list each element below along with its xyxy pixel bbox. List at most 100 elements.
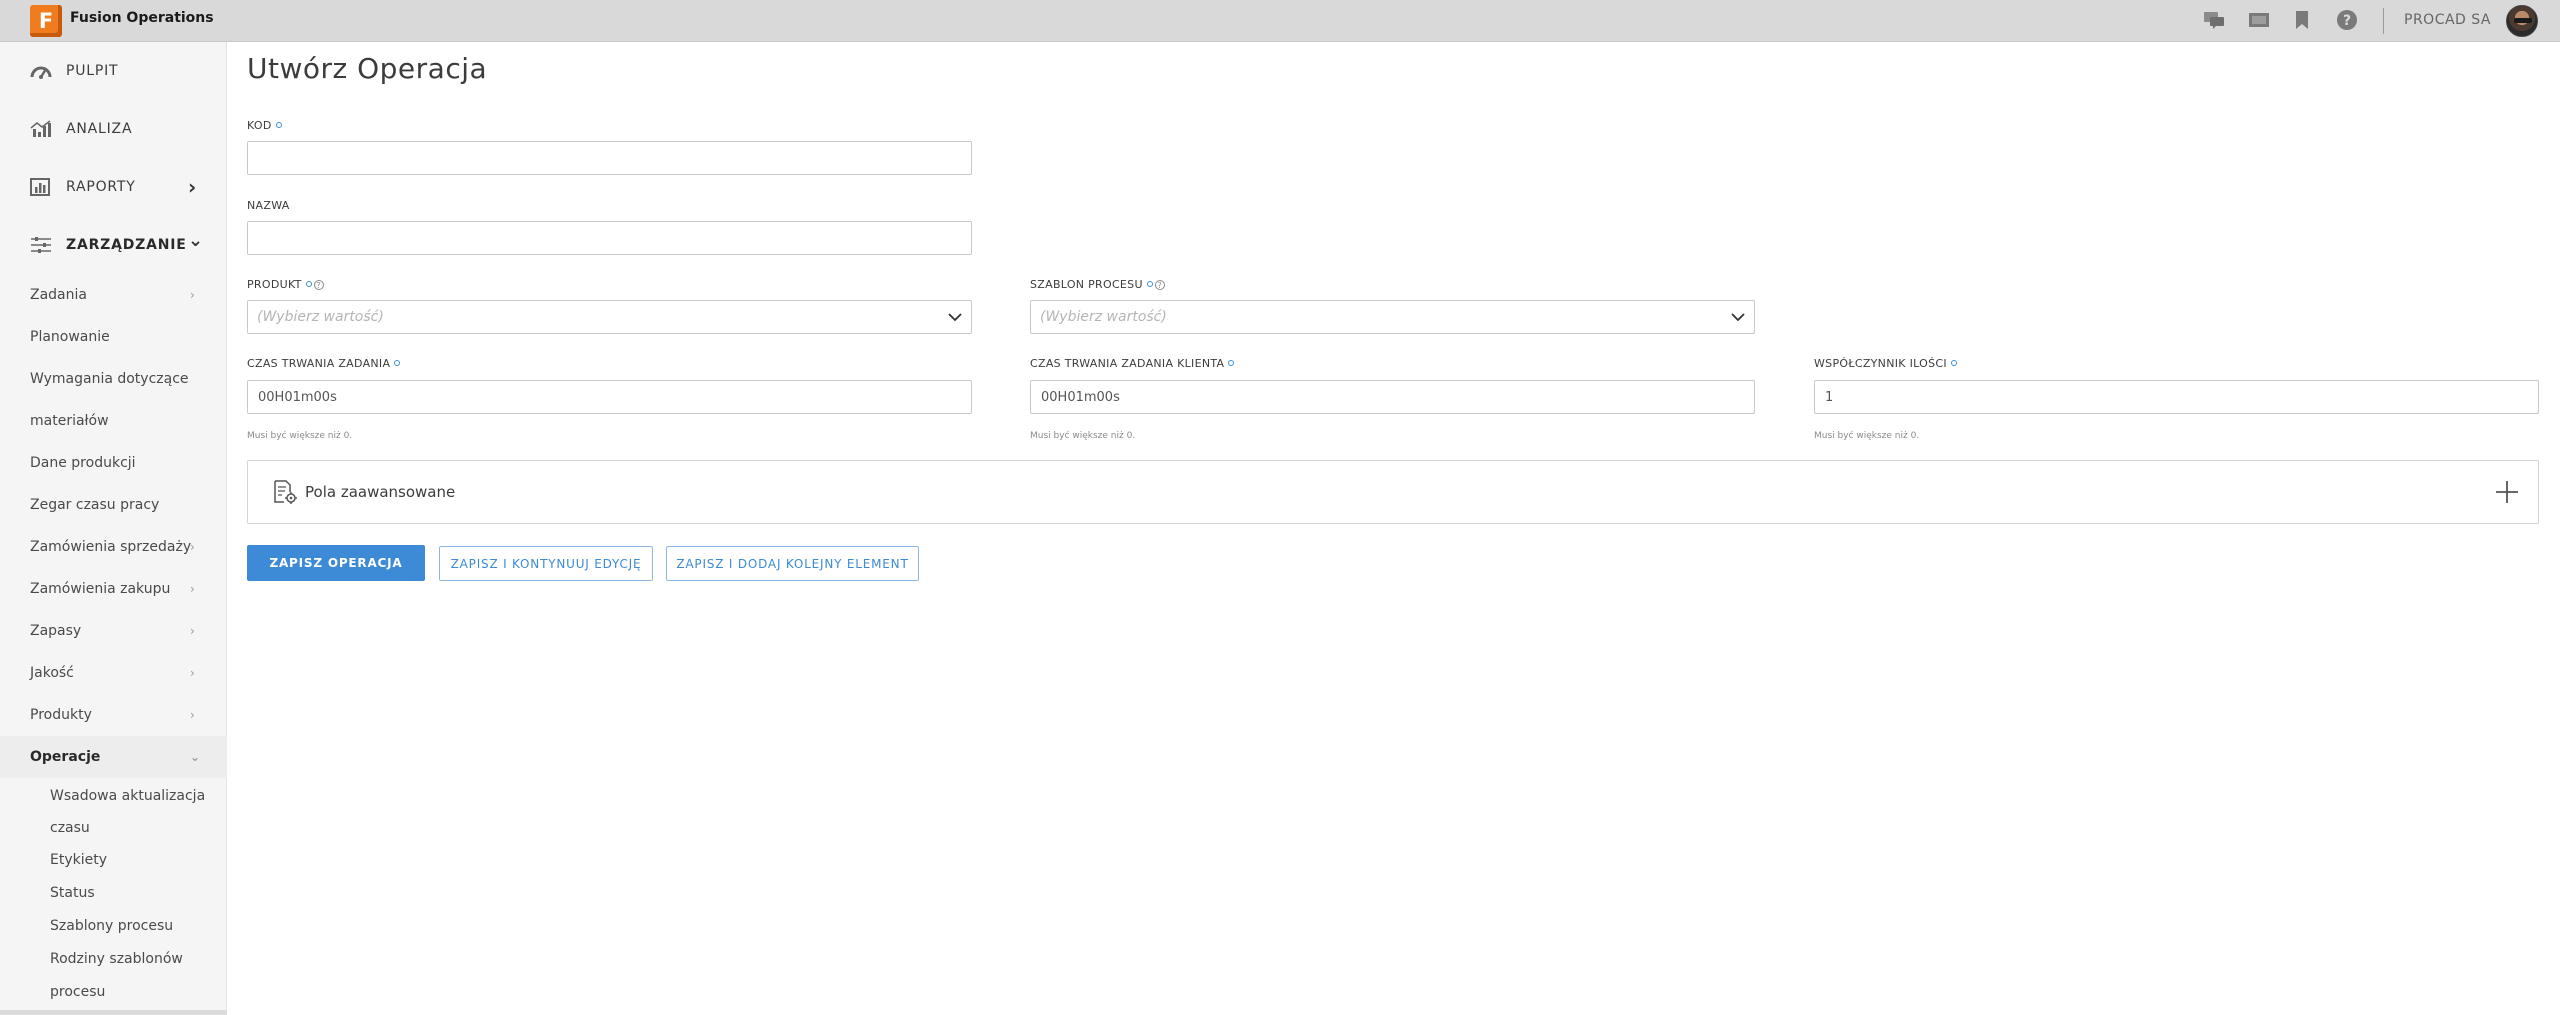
nazwa-label: NAZWA bbox=[247, 199, 290, 212]
sidebar-item-operacje[interactable]: Operacje ⌄ bbox=[0, 736, 227, 778]
produkt-select[interactable]: (Wybierz wartość) bbox=[247, 300, 972, 334]
required-icon bbox=[1228, 360, 1235, 366]
sidebar-subitem-wsadowa[interactable]: Wsadowa aktualizacja bbox=[50, 786, 205, 806]
szablon-select[interactable]: (Wybierz wartość) bbox=[1030, 300, 1755, 334]
nav-zarzadzanie[interactable]: ZARZĄDZANIE ⌄ bbox=[0, 216, 227, 274]
sidebar-item-wymagania[interactable]: Wymagania dotyczące bbox=[0, 358, 227, 400]
required-icon bbox=[275, 122, 282, 128]
produkt-label-text: PRODUKT bbox=[247, 278, 302, 291]
nav-label: ZARZĄDZANIE bbox=[66, 237, 187, 253]
chevron-down-icon bbox=[1731, 313, 1745, 322]
nav-analiza[interactable]: ANALIZA bbox=[0, 100, 227, 158]
required-icon bbox=[305, 281, 312, 287]
produkt-label: PRODUKT? bbox=[247, 278, 324, 291]
chevron-right-icon: › bbox=[190, 708, 195, 722]
wspolczynnik-input[interactable] bbox=[1814, 380, 2539, 414]
sidebar-item-planowanie[interactable]: Planowanie bbox=[0, 316, 227, 358]
sliders-icon bbox=[31, 237, 51, 253]
sidebar: PULPIT ANALIZA RAPORTY › ZARZĄDZANIE ⌄ Z… bbox=[0, 42, 227, 1015]
sidebar-item-label: Produkty bbox=[30, 707, 92, 723]
help-icon[interactable]: ? bbox=[313, 280, 324, 290]
app-title[interactable]: Fusion Operations bbox=[70, 0, 214, 36]
sidebar-subitem-szablony[interactable]: Szablony procesu bbox=[50, 916, 173, 936]
sidebar-item-label: Wymagania dotyczące bbox=[30, 371, 189, 387]
czas-hint: Musi być większe niż 0. bbox=[247, 431, 353, 441]
chevron-right-icon: › bbox=[190, 540, 195, 554]
sidebar-item-zamowienia-sprzedazy[interactable]: Zamówienia sprzedaży › bbox=[0, 526, 227, 568]
czas-klienta-input[interactable] bbox=[1030, 380, 1755, 414]
kod-label: KOD bbox=[247, 119, 282, 132]
save-continue-button[interactable]: ZAPISZ I KONTYNUUJ EDYCJĘ bbox=[439, 546, 653, 581]
sidebar-scrollbar[interactable] bbox=[0, 1010, 227, 1015]
chevron-down-icon: ⌄ bbox=[190, 750, 201, 764]
sidebar-item-label: Operacje bbox=[30, 749, 101, 765]
sidebar-item-label: Dane produkcji bbox=[30, 455, 136, 471]
czas-klienta-label: CZAS TRWANIA ZADANIA KLIENTA bbox=[1030, 357, 1235, 370]
wspolczynnik-hint: Musi być większe niż 0. bbox=[1814, 431, 1920, 441]
page-title: Utwórz Operacja bbox=[247, 52, 488, 85]
czas-label: CZAS TRWANIA ZADANIA bbox=[247, 357, 401, 370]
app-logo[interactable]: F bbox=[30, 5, 62, 37]
szablon-placeholder: (Wybierz wartość) bbox=[1040, 309, 1167, 325]
save-add-button[interactable]: ZAPISZ I DODAJ KOLEJNY ELEMENT bbox=[666, 546, 919, 581]
nav-raporty[interactable]: RAPORTY › bbox=[0, 158, 227, 216]
advanced-fields-panel[interactable]: Pola zaawansowane bbox=[247, 460, 2539, 524]
sidebar-item-label: Zapasy bbox=[30, 623, 82, 639]
chevron-down-icon bbox=[948, 313, 962, 322]
plus-icon[interactable] bbox=[2494, 479, 2520, 505]
sidebar-subitem-etykiety[interactable]: Etykiety bbox=[50, 850, 107, 870]
szablon-label-text: SZABLON PROCESU bbox=[1030, 278, 1143, 291]
czas-label-text: CZAS TRWANIA ZADANIA bbox=[247, 357, 391, 370]
sidebar-item-label: materiałów bbox=[30, 413, 109, 429]
help-icon[interactable]: ? bbox=[2333, 7, 2361, 33]
sidebar-item-zadania[interactable]: Zadania › bbox=[0, 274, 227, 316]
czas-klienta-label-text: CZAS TRWANIA ZADANIA KLIENTA bbox=[1030, 357, 1225, 370]
required-icon bbox=[1146, 281, 1153, 287]
required-icon bbox=[1950, 360, 1957, 366]
document-settings-icon bbox=[274, 480, 297, 504]
nazwa-input[interactable] bbox=[247, 221, 972, 255]
sidebar-item-label: Zamówienia zakupu bbox=[30, 581, 171, 597]
chat-icon[interactable] bbox=[2200, 7, 2228, 33]
czas-klienta-hint: Musi być większe niż 0. bbox=[1030, 431, 1136, 441]
company-name[interactable]: PROCAD SA bbox=[2404, 0, 2491, 40]
film-icon[interactable] bbox=[2245, 7, 2273, 33]
sidebar-item-zegar[interactable]: Zegar czasu pracy bbox=[0, 484, 227, 526]
sidebar-item-label: Zadania bbox=[30, 287, 87, 303]
sidebar-item-dane-produkcji[interactable]: Dane produkcji bbox=[0, 442, 227, 484]
sidebar-subitem-rodziny-cont[interactable]: procesu bbox=[50, 982, 105, 1002]
top-bar: F Fusion Operations ? PROCAD SA bbox=[0, 0, 2560, 42]
sidebar-item-produkty[interactable]: Produkty › bbox=[0, 694, 227, 736]
help-icon[interactable]: ? bbox=[1154, 280, 1165, 290]
chevron-right-icon: › bbox=[190, 624, 195, 638]
sidebar-subitem-wsadowa-cont[interactable]: czasu bbox=[50, 818, 90, 838]
sidebar-subitem-rodziny[interactable]: Rodziny szablonów bbox=[50, 949, 183, 969]
header-divider bbox=[2383, 8, 2384, 34]
wspolczynnik-label: WSPÓŁCZYNNIK ILOŚCI bbox=[1814, 357, 1957, 370]
sidebar-item-wymagania-cont[interactable]: materiałów bbox=[0, 400, 227, 442]
produkt-placeholder: (Wybierz wartość) bbox=[257, 309, 384, 325]
chevron-right-icon: › bbox=[190, 582, 195, 596]
nav-label: RAPORTY bbox=[66, 179, 136, 195]
sidebar-item-label: Zegar czasu pracy bbox=[30, 497, 160, 513]
chevron-right-icon: › bbox=[190, 666, 195, 680]
dashboard-icon bbox=[30, 66, 52, 79]
chevron-right-icon: › bbox=[190, 288, 195, 302]
sidebar-item-label: Zamówienia sprzedaży bbox=[30, 539, 192, 555]
user-avatar[interactable] bbox=[2506, 5, 2538, 37]
sidebar-item-label: Planowanie bbox=[30, 329, 110, 345]
kod-input[interactable] bbox=[247, 141, 972, 175]
sidebar-item-jakosc[interactable]: Jakość › bbox=[0, 652, 227, 694]
sidebar-item-zapasy[interactable]: Zapasy › bbox=[0, 610, 227, 652]
save-button[interactable]: ZAPISZ OPERACJA bbox=[247, 545, 425, 581]
czas-input[interactable] bbox=[247, 380, 972, 414]
analytics-icon bbox=[30, 120, 51, 137]
kod-label-text: KOD bbox=[247, 119, 272, 132]
bookmark-icon[interactable] bbox=[2288, 7, 2316, 33]
required-icon bbox=[394, 360, 401, 366]
sidebar-item-zamowienia-zakupu[interactable]: Zamówienia zakupu › bbox=[0, 568, 227, 610]
sidebar-subitem-status[interactable]: Status bbox=[50, 883, 95, 903]
nav-pulpit[interactable]: PULPIT bbox=[0, 42, 227, 100]
chevron-down-icon: ⌄ bbox=[188, 230, 204, 251]
wspolczynnik-label-text: WSPÓŁCZYNNIK ILOŚCI bbox=[1814, 357, 1947, 370]
